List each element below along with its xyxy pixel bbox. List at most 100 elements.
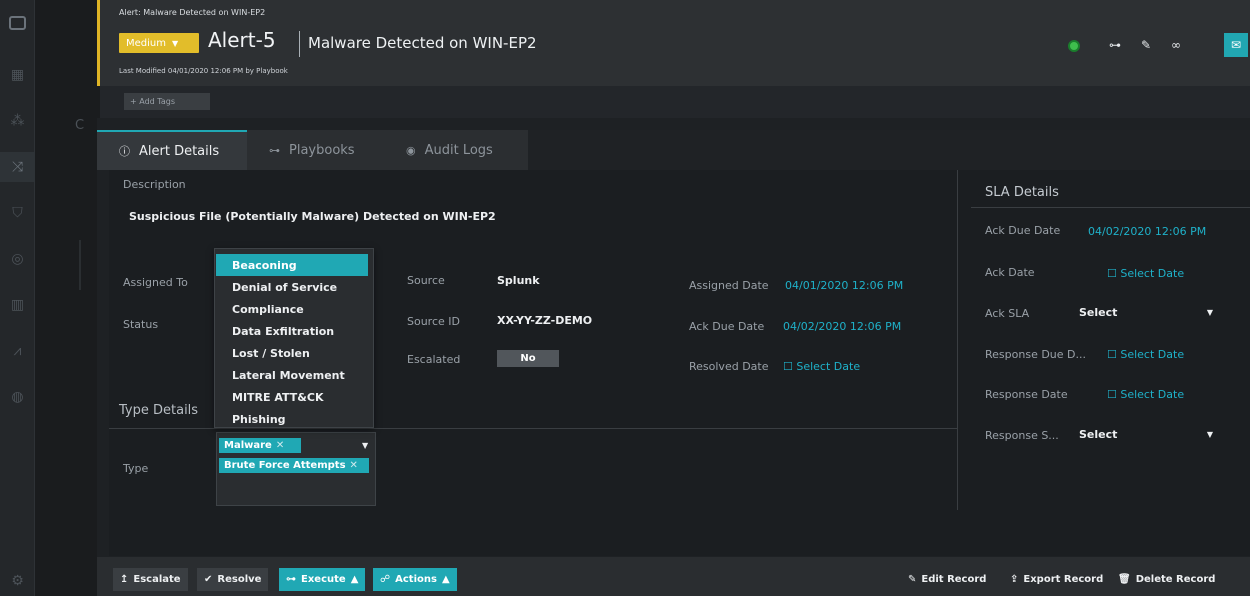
playbook-icon: ⊶ [269, 143, 280, 157]
shield-icon[interactable]: ⛉ [0, 198, 35, 228]
resolve-button[interactable]: ✔ Resolve [197, 568, 269, 591]
source-id-value[interactable]: XX-YY-ZZ-DEMO [497, 314, 592, 327]
queue-icon[interactable]: ⁂ [0, 106, 35, 136]
ack-date-picker[interactable]: ☐ Select Date [1107, 267, 1184, 280]
sla-response-sla-label: Response S... [985, 429, 1059, 442]
delete-record-button[interactable]: 🗑 Delete Record [1111, 568, 1222, 591]
response-date-picker[interactable]: ☐ Select Date [1107, 388, 1184, 401]
export-icon: ⇪ [1010, 574, 1019, 585]
escalated-label: Escalated [407, 353, 461, 366]
ack-due-value[interactable]: 04/02/2020 12:06 PM [783, 320, 901, 333]
tab-bar: ⓘ Alert Details ⊶ Playbooks ◉ Audit Logs [97, 130, 1250, 170]
caret-down-icon: ▼ [1206, 307, 1213, 317]
select-date-label: Select Date [1120, 267, 1185, 280]
edit-pencil-icon[interactable]: ✎ [1136, 35, 1156, 55]
type-option[interactable]: Beaconing [216, 254, 368, 276]
page-title: Malware Detected on WIN-EP2 [308, 34, 537, 52]
type-options-dropdown: Beaconing Denial of Service Compliance D… [214, 248, 374, 428]
escalated-toggle[interactable]: No [497, 350, 559, 367]
calendar-icon: ☐ [1107, 388, 1121, 401]
globe-icon[interactable]: ◍ [0, 382, 35, 412]
tab-playbooks[interactable]: ⊶ Playbooks [247, 130, 384, 170]
share-icon: ☍ [380, 574, 391, 585]
sla-ack-sla-label: Ack SLA [985, 307, 1030, 320]
info-icon: ⓘ [119, 145, 130, 158]
ack-sla-select[interactable]: Select ▼ [1071, 301, 1221, 323]
select-date-label: Select Date [796, 360, 861, 373]
compass-icon[interactable]: ◎ [0, 244, 35, 274]
chart-icon[interactable]: ⩘ [0, 336, 35, 366]
response-sla-select[interactable]: Select ▼ [1071, 423, 1221, 445]
alert-detail-panel: Alert: Malware Detected on WIN-EP2 Mediu… [97, 0, 1250, 596]
trash-icon: 🗑 [1118, 574, 1131, 585]
type-label: Type [123, 462, 149, 475]
tab-audit-logs[interactable]: ◉ Audit Logs [384, 130, 528, 170]
tags-bar: + Add Tags [97, 86, 1250, 118]
execute-button[interactable]: ⊶ Execute ▲ [279, 568, 366, 591]
action-footer: ↥ Escalate ✔ Resolve ⊶ Execute ▲ ☍ Actio… [97, 557, 1250, 596]
severity-dropdown[interactable]: Medium ▼ [119, 33, 199, 53]
button-label: Edit Record [921, 574, 987, 585]
tab-label: Alert Details [139, 143, 220, 159]
settings-icon[interactable]: ⚙ [0, 566, 35, 596]
underlay-divider [79, 240, 81, 290]
sla-ack-due-label: Ack Due Date [985, 224, 1061, 237]
select-date-label: Select Date [1120, 388, 1185, 401]
link-icon[interactable]: ∞ [1166, 35, 1186, 55]
playbook-icon[interactable]: ⊶ [1105, 35, 1125, 55]
status-indicator-icon [1068, 40, 1080, 52]
title-separator [299, 31, 300, 57]
playbook-icon: ⊶ [286, 574, 296, 585]
sla-response-date-label: Response Date [985, 388, 1068, 401]
remove-chip-icon[interactable]: ✕ [350, 460, 358, 471]
type-option[interactable]: Data Exfiltration [215, 320, 373, 342]
caret-down-icon: ▼ [172, 38, 179, 48]
sla-ack-due-value[interactable]: 04/02/2020 12:06 PM [1088, 225, 1206, 238]
remove-chip-icon[interactable]: ✕ [276, 440, 284, 451]
tab-alert-details[interactable]: ⓘ Alert Details [97, 130, 247, 170]
resolved-date-label: Resolved Date [689, 360, 769, 373]
source-value[interactable]: Splunk [497, 274, 540, 287]
type-chip-brute-force[interactable]: Brute Force Attempts ✕ [219, 458, 369, 473]
response-due-picker[interactable]: ☐ Select Date [1107, 348, 1184, 361]
description-value[interactable]: Suspicious File (Potentially Malware) De… [129, 210, 496, 223]
tab-label: Audit Logs [424, 142, 493, 158]
assigned-date-value[interactable]: 04/01/2020 12:06 PM [785, 279, 903, 292]
resolved-date-picker[interactable]: ☐ Select Date [783, 360, 860, 373]
type-option[interactable]: Phishing [215, 408, 373, 430]
button-label: Delete Record [1135, 574, 1216, 585]
shuffle-icon[interactable]: ⤨ [0, 152, 35, 182]
edit-record-button[interactable]: ✎ Edit Record [901, 568, 993, 591]
escalate-button[interactable]: ↥ Escalate [113, 568, 188, 591]
breadcrumb: Alert: Malware Detected on WIN-EP2 [119, 8, 266, 17]
button-label: Export Record [1023, 574, 1104, 585]
alert-header: Alert: Malware Detected on WIN-EP2 Mediu… [97, 0, 1250, 86]
type-chip-malware[interactable]: Malware ✕ [219, 438, 301, 453]
building-icon[interactable]: ▥ [0, 290, 35, 320]
caret-up-icon: ▲ [350, 574, 359, 585]
type-option[interactable]: Lateral Movement [215, 364, 373, 386]
calendar-icon: ☐ [1107, 267, 1121, 280]
caret-up-icon: ▲ [441, 574, 450, 585]
actions-button[interactable]: ☍ Actions ▲ [373, 568, 457, 591]
collaboration-button[interactable]: ✉ [1224, 33, 1248, 57]
dashboard-icon[interactable]: ▦ [0, 60, 35, 90]
tab-label: Playbooks [289, 142, 355, 158]
assigned-to-label: Assigned To [123, 276, 188, 289]
calendar-icon: ☐ [1107, 348, 1121, 361]
description-label: Description [123, 178, 186, 191]
chip-label: Malware [224, 440, 272, 451]
add-tags-button[interactable]: + Add Tags [124, 93, 210, 110]
caret-down-icon[interactable]: ▼ [362, 441, 368, 450]
type-option[interactable]: Compliance [215, 298, 373, 320]
export-record-button[interactable]: ⇪ Export Record [1003, 568, 1110, 591]
assigned-date-label: Assigned Date [689, 279, 769, 292]
type-option[interactable]: Lost / Stolen [215, 342, 373, 364]
type-option[interactable]: MITRE ATT&CK [215, 386, 373, 408]
calendar-icon: ☐ [783, 360, 797, 373]
underlay-text-fragment: C [75, 118, 85, 133]
type-option[interactable]: Denial of Service [215, 276, 373, 298]
type-multiselect[interactable]: Malware ✕ ▼ Brute Force Attempts ✕ [216, 432, 376, 506]
sla-ack-date-label: Ack Date [985, 266, 1035, 279]
edit-icon: ✎ [908, 574, 917, 585]
